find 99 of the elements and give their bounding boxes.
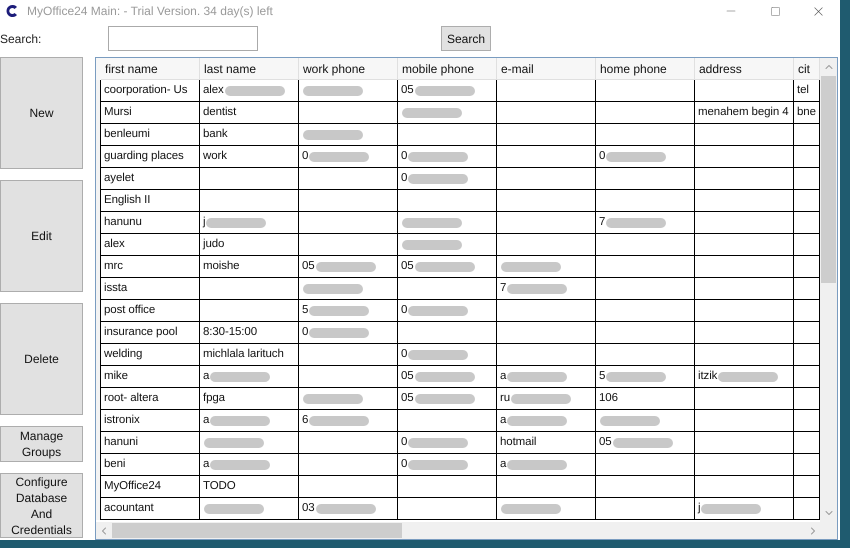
cell-text: dentist bbox=[203, 104, 236, 120]
cell-text: 05 bbox=[302, 258, 315, 274]
cell-text: 5 bbox=[302, 302, 308, 318]
row-header[interactable] bbox=[96, 234, 100, 256]
cell-text: 0 bbox=[401, 456, 408, 472]
row-header[interactable] bbox=[96, 256, 100, 278]
row-header[interactable] bbox=[96, 278, 100, 300]
cell-text: a bbox=[203, 368, 210, 384]
side-button[interactable]: Manage Groups bbox=[0, 426, 83, 462]
cell-text: beni bbox=[104, 456, 126, 472]
cell-text: moishe bbox=[203, 258, 240, 274]
cell-text: tel bbox=[797, 82, 809, 98]
cell-text: j bbox=[698, 500, 700, 516]
cell-text: a bbox=[500, 456, 506, 472]
search-label: Search: bbox=[0, 30, 42, 48]
cell-text: 5 bbox=[599, 368, 606, 384]
cell-text: 05 bbox=[401, 368, 414, 384]
row-header[interactable] bbox=[96, 476, 100, 498]
cell-text: menahem begin 4 bbox=[698, 104, 789, 120]
cell-text: work bbox=[203, 148, 227, 164]
cell-text: j bbox=[203, 214, 206, 230]
cell-text: post office bbox=[104, 302, 156, 318]
cell-text: 05 bbox=[401, 390, 414, 406]
cell-text: itzik bbox=[698, 368, 718, 384]
cell-text: hanuni bbox=[104, 434, 138, 450]
side-button[interactable]: Configure Database And Credentials bbox=[0, 473, 83, 538]
maximize-icon[interactable] bbox=[770, 6, 781, 16]
cell-text: 05 bbox=[401, 258, 414, 274]
cell-text: 0 bbox=[302, 148, 308, 164]
cell-text: a bbox=[203, 412, 210, 428]
cell-text: 0 bbox=[401, 170, 408, 186]
cell-text: coorporation- Us bbox=[104, 82, 188, 98]
cell-text: 03 bbox=[302, 500, 315, 516]
search-field[interactable] bbox=[108, 26, 258, 51]
cell-text: istronix bbox=[104, 412, 140, 428]
cell-text: mrc bbox=[104, 258, 123, 274]
side-button[interactable]: New bbox=[0, 57, 83, 169]
search-button[interactable]: Search bbox=[441, 26, 491, 51]
row-header[interactable] bbox=[96, 366, 100, 388]
app-logo-icon bbox=[5, 4, 19, 18]
cell-text: MyOffice24 bbox=[104, 478, 161, 494]
cell-text: fpga bbox=[203, 390, 225, 406]
row-header[interactable] bbox=[96, 190, 100, 212]
row-header[interactable] bbox=[96, 168, 100, 190]
row-header[interactable] bbox=[96, 212, 100, 234]
cell-text: 8:30-15:00 bbox=[203, 324, 257, 340]
cell-text: bne bbox=[797, 104, 816, 120]
horizontal-scrollbar[interactable] bbox=[96, 522, 837, 539]
cell-text: bank bbox=[203, 126, 228, 142]
row-header[interactable] bbox=[96, 146, 100, 168]
window-title: MyOffice24 Main: - Trial Version. 34 day(s) left bbox=[27, 3, 273, 20]
row-header[interactable] bbox=[96, 124, 100, 146]
cell-text: 7 bbox=[500, 280, 506, 296]
cell-text: benleumi bbox=[104, 126, 150, 142]
row-header[interactable] bbox=[96, 322, 100, 344]
cell-text: root- altera bbox=[104, 390, 158, 406]
cell-text: 05 bbox=[599, 434, 612, 450]
cell-text: 106 bbox=[599, 390, 618, 406]
cell-text: hotmail bbox=[500, 434, 536, 450]
row-header[interactable] bbox=[96, 102, 100, 124]
cell-text: TODO bbox=[203, 478, 236, 494]
row-header[interactable] bbox=[96, 344, 100, 366]
row-header[interactable] bbox=[96, 454, 100, 476]
cell-text: 0 bbox=[401, 346, 408, 362]
cell-text: judo bbox=[203, 236, 224, 252]
side-button[interactable]: Delete bbox=[0, 303, 83, 415]
cell-text: issta bbox=[104, 280, 128, 296]
row-header[interactable] bbox=[96, 388, 100, 410]
cell-text: 05 bbox=[401, 82, 414, 98]
cell-text: acountant bbox=[104, 500, 154, 516]
cell-text: 0 bbox=[302, 324, 308, 340]
cell-text: insurance pool bbox=[104, 324, 178, 340]
cell-text: welding bbox=[104, 346, 142, 362]
cell-text: 7 bbox=[599, 214, 606, 230]
cell-text: ru bbox=[500, 390, 510, 406]
cell-text: alex bbox=[203, 82, 224, 98]
cell-text: a bbox=[203, 456, 210, 472]
cell-text: 0 bbox=[599, 148, 606, 164]
row-header[interactable] bbox=[96, 300, 100, 322]
cell-text: Mursi bbox=[104, 104, 132, 120]
cell-text: guarding places bbox=[104, 148, 184, 164]
cell-text: mike bbox=[104, 368, 128, 384]
row-header[interactable] bbox=[96, 410, 100, 432]
side-button[interactable]: Edit bbox=[0, 180, 83, 292]
vertical-scrollbar[interactable] bbox=[820, 58, 837, 522]
cell-text: a bbox=[500, 412, 506, 428]
cell-text: michlala larituch bbox=[203, 346, 284, 362]
cell-text: 0 bbox=[401, 148, 408, 164]
cell-text: English II bbox=[104, 192, 150, 208]
row-header[interactable] bbox=[96, 498, 100, 520]
row-header[interactable] bbox=[96, 432, 100, 454]
cell-text: 0 bbox=[401, 434, 408, 450]
cell-text: alex bbox=[104, 236, 125, 252]
cell-text: 0 bbox=[401, 302, 408, 318]
cell-text: 6 bbox=[302, 412, 308, 428]
row-header[interactable] bbox=[96, 80, 100, 102]
cell-text: a bbox=[500, 368, 506, 384]
cell-text: hanunu bbox=[104, 214, 142, 230]
cell-text: ayelet bbox=[104, 170, 134, 186]
